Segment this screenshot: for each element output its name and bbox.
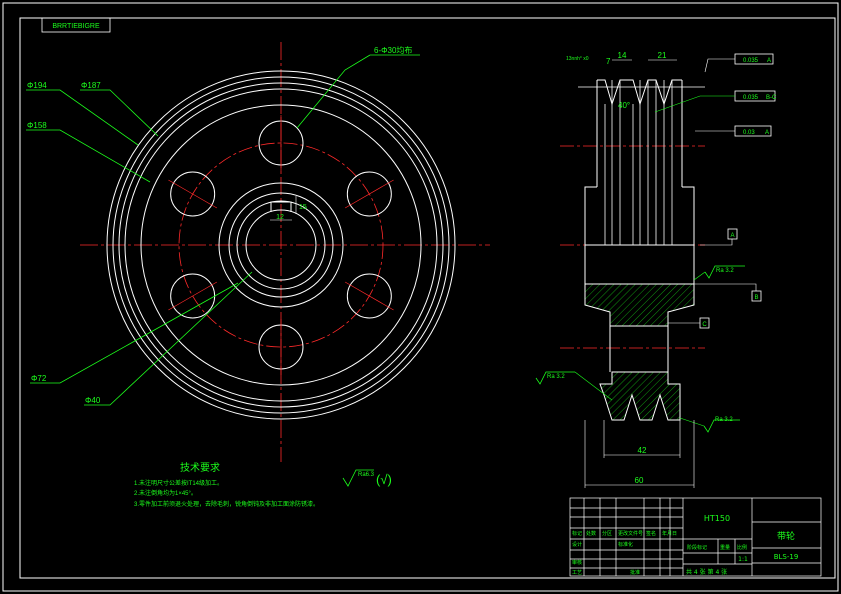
tol-value-3: 0.03	[743, 130, 755, 136]
dim-top-left: 13nnh° x0	[566, 56, 589, 62]
tb-scale: 1:1	[738, 556, 748, 563]
tb-c1: 标记	[572, 530, 582, 537]
rough-3: Ra 3.2	[715, 417, 733, 423]
side-view: 13nnh° x0 7 14 21 40° 0.035 A 0.035 B-C …	[535, 51, 777, 488]
tb-c4: 更改文件号	[618, 530, 643, 537]
note-holes: 6-Φ30均布	[374, 45, 412, 55]
outer-frame	[2, 2, 839, 592]
dim-14: 14	[618, 51, 627, 60]
tol-value-1: 0.035	[743, 58, 759, 64]
tb-c2: 处数	[586, 530, 596, 537]
notes-line2: 2.未注倒角均为1×45°。	[134, 489, 197, 497]
hole-center-mark	[344, 179, 394, 209]
hole-center-mark	[344, 281, 394, 311]
rough-general-paren: (√)	[376, 472, 392, 487]
tb-c9: 阶段标记	[687, 544, 707, 551]
hole-center-mark	[168, 179, 218, 209]
datum-b: B	[754, 295, 758, 301]
tol-datum-2: B-C	[766, 95, 777, 101]
leader-187	[80, 89, 159, 137]
tb-c12: 审核	[572, 559, 582, 566]
rough-general-value: Ra6.3	[358, 472, 375, 478]
dim-7: 7	[606, 57, 611, 66]
rough-2: Ra 3.2	[547, 374, 565, 380]
rough-3-leader	[679, 417, 705, 427]
datum-a: A	[730, 233, 734, 239]
tb-c7: 设计	[572, 541, 582, 548]
tol-datum-3: A	[765, 130, 769, 136]
groove-section	[599, 371, 681, 421]
notes-line3: 3.零件加工前须退火处理，去除毛刺，锐角倒钝及非加工面涂防锈漆。	[134, 500, 319, 508]
tb-material: HT150	[704, 514, 730, 523]
hub-step	[584, 186, 695, 246]
datum-b-leader	[694, 283, 757, 291]
dim-40: Φ40	[85, 396, 101, 405]
dim-158: Φ158	[27, 121, 47, 130]
tb-c8: 标准化	[618, 541, 633, 548]
corner-stamp-text: BRRTIEBIGRE	[52, 23, 100, 30]
dim-187: Φ187	[81, 81, 101, 90]
keyway-depth-label: 15	[299, 204, 307, 211]
tol-leader-2	[654, 95, 735, 113]
tol-leader-1	[704, 58, 735, 73]
dim-60: 60	[635, 476, 644, 485]
rough-1-leader	[693, 271, 706, 281]
tb-c11: 比例	[737, 544, 747, 551]
tb-drawing-no: BLS-19	[774, 553, 799, 561]
tb-sheet: 共 4 张 第 4 张	[686, 568, 727, 576]
title-block-text: HT150 带轮 BLS-19 1:1 共 4 张 第 4 张 标记 处数 分区…	[572, 514, 798, 576]
tb-c3: 分区	[602, 530, 612, 537]
hub-section	[584, 283, 695, 327]
leader-194	[26, 89, 139, 146]
tb-c13: 工艺	[572, 570, 582, 576]
cad-drawing: BRRTIEBIGRE 12 15 6-Φ30均布 Φ194 Φ187 Φ158…	[2, 2, 839, 592]
keyway-width-label: 12	[276, 214, 284, 221]
tb-c10: 重量	[720, 544, 730, 551]
datum-c: C	[702, 322, 707, 328]
dim-72: Φ72	[31, 374, 47, 383]
tb-c5: 签名	[646, 530, 656, 537]
rough-1: Ra 3.2	[716, 268, 734, 274]
general-roughness: Ra6.3 (√)	[342, 469, 392, 487]
notes-title: 技术要求	[180, 461, 220, 474]
hole-center-mark	[168, 281, 218, 311]
tol-value-2: 0.035	[743, 95, 759, 101]
top-groove-profile	[597, 79, 682, 106]
tol-datum-1: A	[767, 58, 771, 64]
tech-notes: 技术要求 1.未注明尺寸公差按IT14级加工。 2.未注倒角均为1×45°。 3…	[134, 461, 319, 508]
tb-c6: 年月日	[662, 530, 677, 537]
dim-21: 21	[658, 51, 667, 60]
dim-angle: 40°	[618, 101, 630, 110]
leader-40	[84, 271, 253, 406]
front-view: 12 15 6-Φ30均布 Φ194 Φ187 Φ158 Φ72 Φ40	[26, 42, 490, 462]
datum-a-leader	[700, 239, 733, 246]
tb-part-name: 带轮	[777, 530, 795, 542]
notes-line1: 1.未注明尺寸公差按IT14级加工。	[134, 479, 223, 487]
tb-c14: 批准	[630, 569, 640, 576]
dim-42: 42	[638, 446, 647, 455]
dim-194: Φ194	[27, 81, 47, 90]
